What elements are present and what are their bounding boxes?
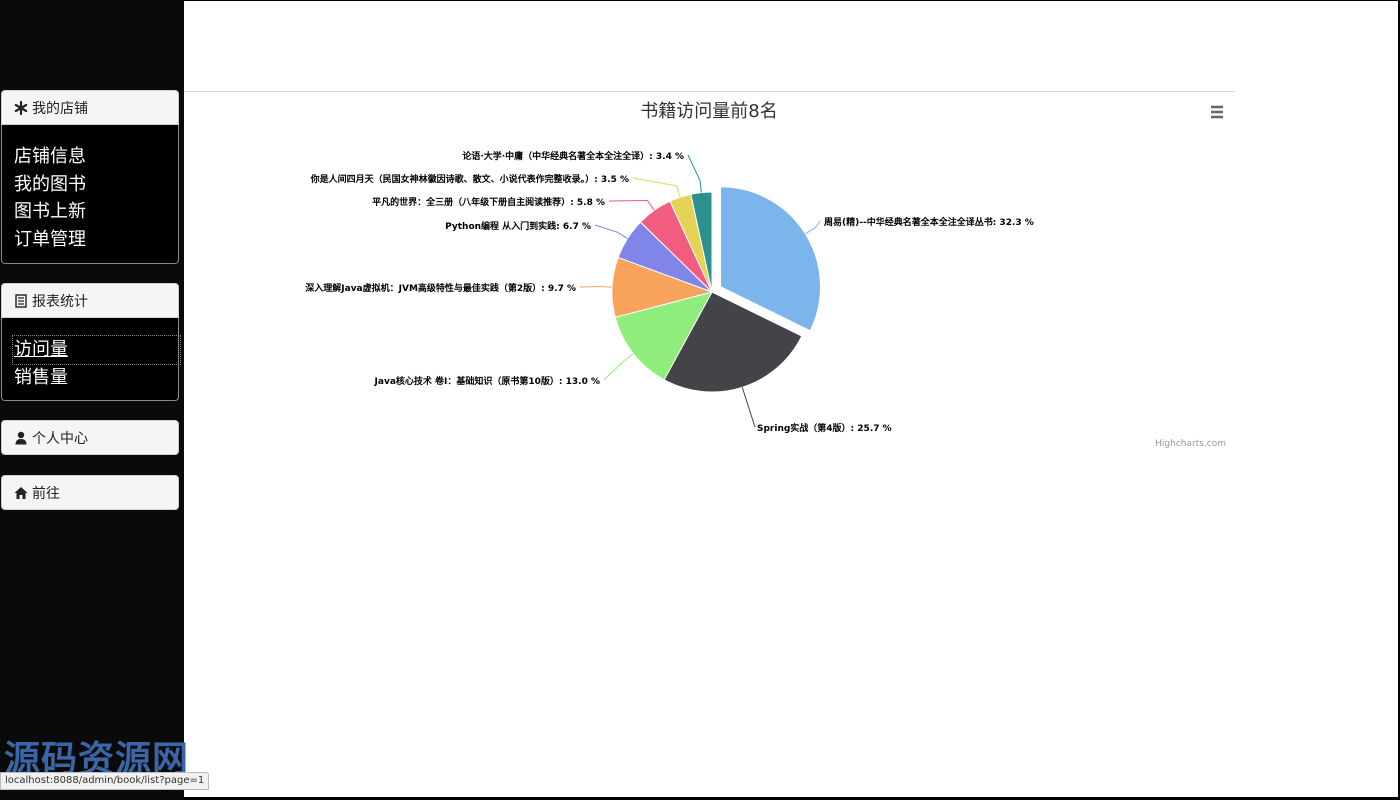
nav-shop-info[interactable]: 店铺信息 bbox=[14, 143, 178, 171]
data-label: 周易(精)--中华经典名著全本全注全译丛书: 32.3 % bbox=[824, 216, 1034, 228]
nav-sales[interactable]: 销售量 bbox=[14, 364, 178, 392]
home-icon bbox=[14, 486, 28, 499]
panel-head-reports[interactable]: 报表统计 bbox=[1, 283, 179, 318]
chart-svg: 书籍访问量前8名 周易(精)--中华经典名著全本全注全译丛书: 32.3 % Sp… bbox=[305, 101, 1226, 449]
pie-chart: 书籍访问量前8名 周易(精)--中华经典名著全本全注全译丛书: 32.3 % Sp… bbox=[184, 91, 1235, 462]
asterisk-icon bbox=[14, 100, 28, 115]
pie-slices bbox=[611, 186, 821, 393]
panel-body-reports: 访问量 销售量 bbox=[1, 318, 181, 401]
nav-my-books[interactable]: 我的图书 bbox=[14, 171, 178, 199]
label-connector bbox=[608, 200, 655, 211]
panel-head-personal-center[interactable]: 个人中心 bbox=[1, 420, 179, 455]
panel-title: 前往 bbox=[32, 485, 60, 502]
chart-credits[interactable]: Highcharts.com bbox=[1155, 439, 1226, 449]
sidebar: 我的店铺 店铺信息 我的图书 图书上新 订单管理 报表统计 访问量 销售量 个人… bbox=[0, 0, 184, 800]
panel-title: 个人中心 bbox=[32, 430, 88, 447]
label-connector bbox=[579, 286, 613, 288]
nav-new-books[interactable]: 图书上新 bbox=[14, 198, 178, 226]
user-icon bbox=[15, 431, 27, 444]
panel-title: 报表统计 bbox=[32, 293, 88, 310]
panel-title: 我的店铺 bbox=[32, 100, 88, 117]
panel-personal-center: 个人中心 bbox=[1, 420, 179, 455]
panel-body-my-shop: 店铺信息 我的图书 图书上新 订单管理 bbox=[1, 125, 179, 264]
panel-head-go[interactable]: 前往 bbox=[1, 475, 179, 510]
hamburger-icon[interactable] bbox=[1210, 105, 1224, 119]
panel-my-shop: 我的店铺 店铺信息 我的图书 图书上新 订单管理 bbox=[1, 90, 179, 264]
label-connector bbox=[687, 154, 702, 193]
data-label: 深入理解Java虚拟机：JVM高级特性与最佳实践（第2版）: 9.7 % bbox=[305, 282, 576, 294]
status-bar-url: localhost:8088/admin/book/list?page=1 bbox=[0, 772, 210, 790]
panel-head-my-shop[interactable]: 我的店铺 bbox=[1, 90, 179, 125]
data-label: 论语·大学·中庸（中华经典名著全本全注全译）: 3.4 % bbox=[462, 150, 684, 162]
panel-reports: 报表统计 访问量 销售量 bbox=[1, 283, 181, 401]
panel-go: 前往 bbox=[1, 475, 179, 510]
data-label: Spring实战（第4版）: 25.7 % bbox=[757, 422, 892, 434]
data-label: 平凡的世界：全三册（八年级下册自主阅读推荐）: 5.8 % bbox=[372, 196, 605, 208]
data-label: 你是人间四月天（民国女神林徽因诗歌、散文、小说代表作完整收录。）: 3.5 % bbox=[310, 173, 629, 185]
data-label: Java核心技术 卷I：基础知识（原书第10版）: 13.0 % bbox=[374, 375, 600, 387]
data-label: Python编程 从入门到实践: 6.7 % bbox=[445, 220, 591, 232]
nav-visits[interactable]: 访问量 bbox=[12, 335, 181, 365]
list-icon bbox=[15, 293, 27, 308]
label-connector bbox=[594, 224, 628, 240]
label-connector bbox=[632, 177, 681, 198]
main-content: 书籍访问量前8名 周易(精)--中华经典名著全本全注全译丛书: 32.3 % Sp… bbox=[184, 1, 1398, 797]
label-connector bbox=[805, 220, 821, 235]
nav-order-management[interactable]: 订单管理 bbox=[14, 226, 178, 254]
chart-title: 书籍访问量前8名 bbox=[640, 101, 777, 122]
label-connector bbox=[741, 387, 756, 428]
label-connector bbox=[603, 353, 634, 381]
